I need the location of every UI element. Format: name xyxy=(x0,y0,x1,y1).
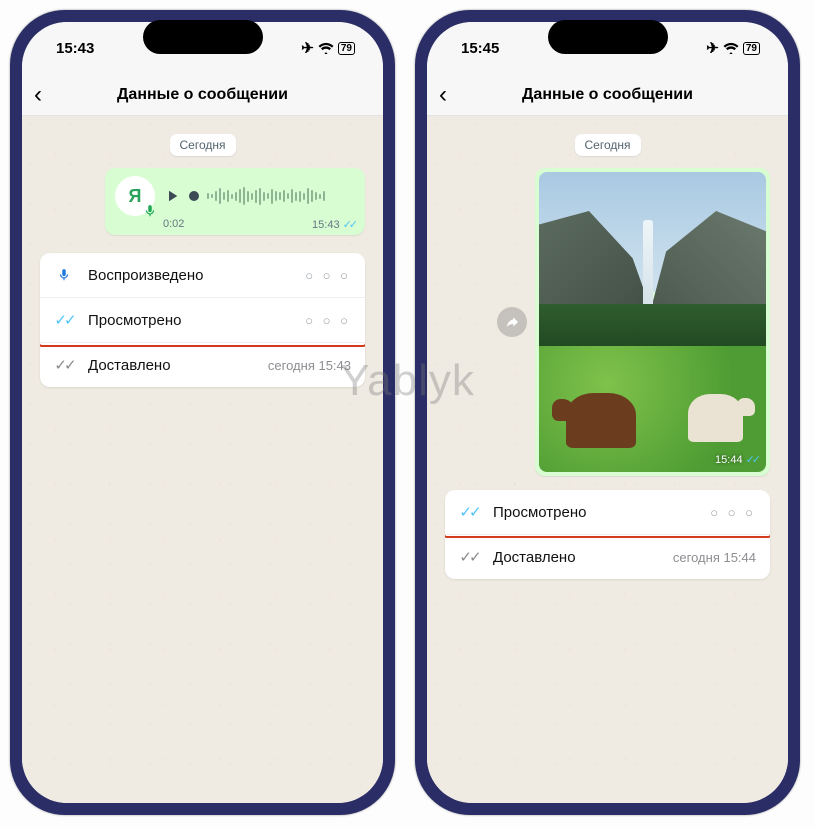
info-row-delivered[interactable]: ✓✓ Доставлено сегодня 15:43 xyxy=(40,342,365,387)
back-button[interactable]: ‹ xyxy=(34,83,42,107)
chat-area: Сегодня 15:44 ✓✓ xyxy=(427,116,788,803)
play-button[interactable] xyxy=(163,187,181,205)
wifi-icon xyxy=(318,42,334,54)
battery-icon: 79 xyxy=(338,42,355,55)
double-tick-blue-icon: ✓✓ xyxy=(459,503,479,521)
info-label: Просмотрено xyxy=(493,504,710,521)
double-tick-gray-icon: ✓✓ xyxy=(54,356,74,374)
nav-header: ‹ Данные о сообщении xyxy=(22,74,383,116)
audio-waveform[interactable] xyxy=(189,184,355,208)
voice-timestamp: 15:43 xyxy=(312,219,340,231)
loading-dots-icon: ○ ○ ○ xyxy=(305,268,351,283)
voice-message-bubble[interactable]: Я 0:02 15:43 ✓✓ xyxy=(105,168,365,235)
delivered-time: сегодня 15:43 xyxy=(268,358,351,373)
date-separator: Сегодня xyxy=(575,134,641,156)
forward-button[interactable] xyxy=(497,307,527,337)
read-ticks-icon: ✓✓ xyxy=(343,218,355,231)
info-label: Доставлено xyxy=(493,549,673,566)
airplane-icon: ✈ xyxy=(301,39,314,57)
page-title: Данные о сообщении xyxy=(22,86,383,104)
delivered-time: сегодня 15:44 xyxy=(673,550,756,565)
double-tick-blue-icon: ✓✓ xyxy=(54,311,74,329)
photo-timestamp: 15:44 xyxy=(715,454,743,466)
info-label: Доставлено xyxy=(88,357,268,374)
page-title: Данные о сообщении xyxy=(427,86,788,104)
voice-duration: 0:02 xyxy=(163,218,184,231)
battery-icon: 79 xyxy=(743,42,760,55)
airplane-icon: ✈ xyxy=(706,39,719,57)
message-info-panel: ✓✓ Просмотрено ○ ○ ○ ✓✓ Доставлено сегод… xyxy=(445,490,770,579)
info-label: Просмотрено xyxy=(88,312,305,329)
message-info-panel: Воспроизведено ○ ○ ○ ✓✓ Просмотрено ○ ○ … xyxy=(40,253,365,387)
screen-left: 15:43 ✈ 79 ‹ Данные о сообщении Сегодня … xyxy=(22,22,383,803)
mic-icon xyxy=(54,266,74,284)
date-separator: Сегодня xyxy=(170,134,236,156)
loading-dots-icon: ○ ○ ○ xyxy=(710,505,756,520)
info-row-read[interactable]: ✓✓ Просмотрено ○ ○ ○ xyxy=(445,490,770,534)
photo-content[interactable]: 15:44 ✓✓ xyxy=(539,172,766,472)
info-label: Воспроизведено xyxy=(88,267,305,284)
screen-right: 15:45 ✈ 79 ‹ Данные о сообщении Сегодня xyxy=(427,22,788,803)
status-right: ✈ 79 xyxy=(301,39,355,57)
dynamic-island xyxy=(548,20,668,54)
photo-message-bubble[interactable]: 15:44 ✓✓ xyxy=(535,168,770,476)
back-button[interactable]: ‹ xyxy=(439,83,447,107)
phone-frame-left: 15:43 ✈ 79 ‹ Данные о сообщении Сегодня … xyxy=(10,10,395,815)
mic-icon xyxy=(143,204,157,218)
double-tick-gray-icon: ✓✓ xyxy=(459,548,479,566)
sender-avatar: Я xyxy=(115,176,155,216)
info-row-played[interactable]: Воспроизведено ○ ○ ○ xyxy=(40,253,365,297)
loading-dots-icon: ○ ○ ○ xyxy=(305,313,351,328)
waveform-bars xyxy=(207,187,325,205)
phone-frame-right: 15:45 ✈ 79 ‹ Данные о сообщении Сегодня xyxy=(415,10,800,815)
info-row-read[interactable]: ✓✓ Просмотрено ○ ○ ○ xyxy=(40,297,365,342)
status-time: 15:43 xyxy=(56,40,94,57)
status-time: 15:45 xyxy=(461,40,499,57)
audio-scrubber-dot[interactable] xyxy=(189,191,199,201)
status-right: ✈ 79 xyxy=(706,39,760,57)
nav-header: ‹ Данные о сообщении xyxy=(427,74,788,116)
read-ticks-icon: ✓✓ xyxy=(746,453,758,466)
dynamic-island xyxy=(143,20,263,54)
wifi-icon xyxy=(723,42,739,54)
avatar-letter: Я xyxy=(129,186,142,207)
info-row-delivered[interactable]: ✓✓ Доставлено сегодня 15:44 xyxy=(445,534,770,579)
chat-area: Сегодня Я 0:02 xyxy=(22,116,383,803)
